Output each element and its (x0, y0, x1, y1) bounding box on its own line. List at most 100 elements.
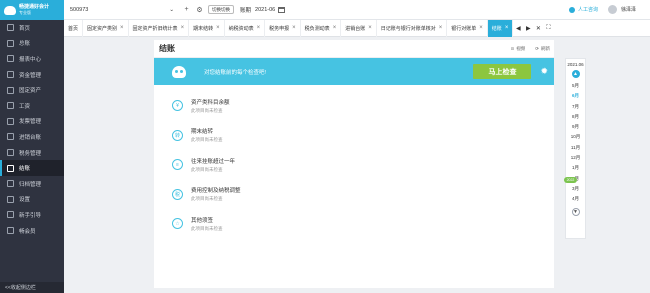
tab-6[interactable]: 税负测动表 × (301, 19, 342, 37)
check-banner: 对您结账前的每个检查吧! 马上检查 ✹ (154, 58, 554, 85)
check-item-status: 此项目尚未检查 (191, 196, 223, 202)
month-item[interactable]: 4月 (572, 194, 579, 204)
tab-4[interactable]: 纳税资动表 × (225, 19, 266, 37)
sidebar-item-4[interactable]: 固定资产 (0, 82, 64, 98)
close-icon[interactable]: × (505, 25, 509, 31)
sidebar-item-12[interactable]: 新手引导 (0, 207, 64, 223)
settings-gear-icon[interactable]: ⚙ (195, 5, 204, 14)
page-title: 结账 (159, 44, 175, 53)
guide-icon (7, 211, 14, 219)
month-item[interactable]: 10月 (571, 132, 581, 142)
member-icon (7, 227, 14, 235)
sidebar-item-0[interactable]: 首页 (0, 20, 64, 36)
close-all-tabs-icon[interactable]: ✕ (533, 25, 543, 32)
transfer-icon: 转 (172, 129, 183, 141)
collapse-sidebar-button[interactable]: <<收起侧边栏 (0, 282, 64, 293)
calendar-icon[interactable] (278, 6, 286, 13)
check-item: ☆ 其他须签 此项目尚未检查 (172, 209, 554, 239)
sidebar-item-3[interactable]: 资金管理 (0, 67, 64, 83)
month-item[interactable]: 1月 (572, 163, 579, 173)
sidebar-item-10[interactable]: 归档管理 (0, 176, 64, 192)
month-item[interactable]: 7月 (572, 102, 579, 112)
tab-1[interactable]: 固定资产类别 × (83, 19, 129, 37)
cloud-logo-icon (4, 5, 16, 15)
close-icon[interactable]: × (368, 25, 372, 31)
check-settings-icon[interactable]: ✹ (540, 66, 548, 77)
sidebar-item-label: 报表中心 (19, 56, 42, 63)
collapse-label: <<收起侧边栏 (5, 285, 36, 291)
refresh-button[interactable]: ⟳ 刷新 (535, 46, 550, 52)
start-check-button[interactable]: 马上检查 (473, 64, 532, 79)
tab-9[interactable]: 银行对账单 × (447, 19, 488, 37)
sidebar-item-label: 进销台账 (19, 134, 42, 141)
app-logo[interactable]: 畅捷通好会计 专业版 (0, 0, 64, 20)
invoice-icon (7, 117, 14, 125)
check-items: ¥ 资产类科目余额 此项目尚未检查转期末结转 此项目尚未检查 ≡ 往来挂账超过一年 此项目尚… (154, 85, 554, 239)
company-select[interactable]: 500973 ⌄ (70, 4, 178, 15)
video-button[interactable]: ⊙ 视频 (510, 46, 525, 52)
tab-0[interactable]: 首页 (64, 19, 84, 37)
sidebar-item-label: 资金管理 (19, 72, 42, 79)
sidebar-item-13[interactable]: 畅会员 (0, 223, 64, 239)
tab-8[interactable]: 日记账与银行对账单核对 × (377, 19, 448, 37)
month-item[interactable]: 8月 (572, 112, 579, 122)
sidebar-item-8[interactable]: 税务管理 (0, 145, 64, 161)
close-icon[interactable]: × (257, 25, 261, 31)
switch-button[interactable]: 切换切换 (208, 5, 234, 14)
tab-label: 税负测动表 (304, 25, 330, 32)
sidebar-item-label: 总账 (19, 41, 31, 48)
sidebar-item-6[interactable]: 发票管理 (0, 114, 64, 130)
close-icon[interactable]: × (181, 25, 185, 31)
close-icon[interactable]: × (439, 25, 443, 31)
document-icon: ≡ (172, 159, 183, 171)
year-badge: 2022 (564, 177, 577, 183)
check-item: ≡ 往来挂账超过一年 此项目尚未检查 (172, 150, 554, 180)
close-icon[interactable]: × (120, 25, 124, 31)
period-label: 账期 (240, 7, 252, 14)
period-value[interactable]: 2021-06 (255, 7, 275, 13)
tab-next-icon[interactable]: ▶ (523, 25, 533, 32)
chevron-up-icon[interactable]: ▲ (571, 70, 580, 78)
tab-3[interactable]: 期末结转 × (189, 19, 225, 37)
headset-icon (568, 6, 575, 13)
check-item-title: 其他须签 (191, 217, 214, 224)
check-item-title: 费用控制及纳税调整 (191, 188, 241, 195)
close-icon[interactable]: × (292, 25, 296, 31)
month-item[interactable]: 6月 (572, 91, 579, 101)
tab-label: 结账 (491, 25, 502, 32)
chevron-down-icon[interactable]: ▼ (571, 207, 580, 216)
close-icon[interactable]: × (216, 25, 220, 31)
asset-icon (7, 86, 14, 94)
check-item-status: 此项目尚未检查 (191, 107, 223, 113)
sidebar-item-label: 新手引导 (19, 212, 42, 219)
month-item[interactable]: 5月 (572, 81, 579, 91)
tab-prev-icon[interactable]: ◀ (513, 25, 523, 32)
sidebar-item-1[interactable]: 总账 (0, 36, 64, 52)
close-icon[interactable]: × (333, 25, 337, 31)
fullscreen-icon[interactable]: ⛶ (543, 25, 553, 32)
sidebar-item-11[interactable]: 设置 (0, 192, 64, 208)
sidebar-item-7[interactable]: 进销台账 (0, 129, 64, 145)
consult-button[interactable]: 人工咨询 (568, 6, 598, 13)
chevron-down-icon: ⌄ (169, 6, 174, 13)
tab-5[interactable]: 税务申报 × (265, 19, 301, 37)
tab-2[interactable]: 固定资产折旧统计表 × (129, 19, 190, 37)
sidebar-item-label: 归档管理 (19, 181, 42, 188)
archive-icon (7, 180, 14, 188)
month-item[interactable]: 12月 (571, 153, 581, 163)
tab-label: 期末结转 (193, 25, 214, 32)
user-menu[interactable]: 徐泽泽 (607, 5, 636, 14)
close-icon[interactable]: × (479, 25, 483, 31)
sidebar-item-5[interactable]: 工资 (0, 98, 64, 114)
month-item[interactable]: 9月 (572, 122, 579, 132)
report-icon (7, 55, 14, 63)
month-item[interactable]: 3月 (572, 184, 579, 194)
sidebar-item-label: 设置 (19, 197, 31, 204)
sidebar-item-label: 工资 (19, 103, 31, 110)
sidebar-item-2[interactable]: 报表中心 (0, 51, 64, 67)
month-item[interactable]: 11月 (571, 143, 580, 153)
add-icon[interactable]: + (182, 5, 191, 14)
tab-7[interactable]: 进销台账 × (341, 19, 377, 37)
tab-10[interactable]: 结账 × (487, 19, 514, 37)
sidebar-item-9[interactable]: 结账 (0, 160, 64, 176)
